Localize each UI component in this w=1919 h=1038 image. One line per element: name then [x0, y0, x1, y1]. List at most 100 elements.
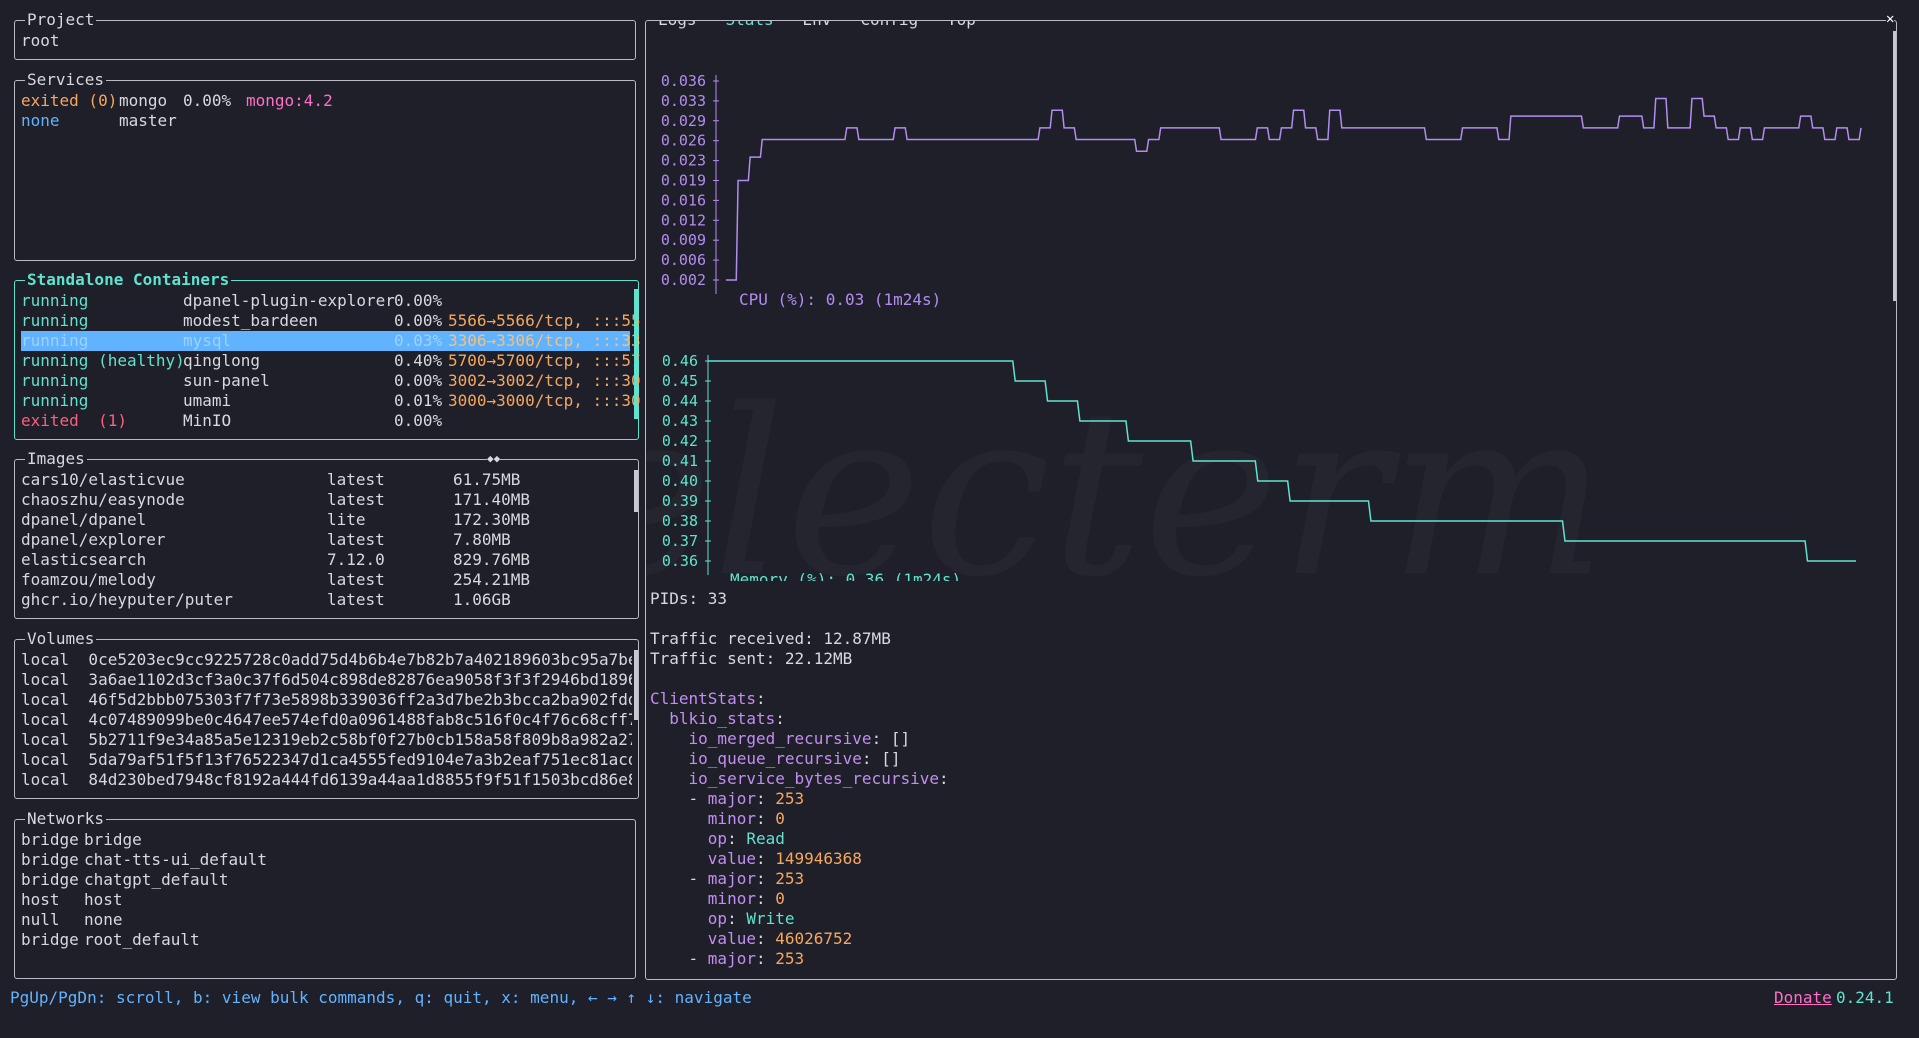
stats-key: minor: [707, 889, 756, 908]
detail-panel[interactable]: Logs - Stats - Env - Config - Top electe…: [645, 20, 1897, 980]
image-tag: latest: [327, 590, 385, 609]
y-tick-label: 0.43: [662, 412, 698, 430]
image-size: 172.30MB: [453, 510, 531, 529]
image-row[interactable]: cars10/elasticvue latest 61.75MB: [21, 470, 632, 490]
container-row[interactable]: running modest_bardeen 0.00% 5566→5566/tcp,…: [21, 311, 641, 331]
service-row[interactable]: none master: [21, 111, 629, 131]
stats-sep: :: [755, 949, 776, 968]
stats-sep: :: [755, 789, 776, 808]
volume-row[interactable]: local 3a6ae1102d3cf3a0c37f6d504c898de828…: [21, 670, 632, 690]
close-icon[interactable]: ✕: [1886, 9, 1895, 29]
stats-line: blkio_stats:: [650, 709, 1890, 729]
version-label: 0.24.1: [1836, 988, 1894, 1007]
container-cpu: 0.00%: [394, 291, 443, 310]
y-tick-label: 0.029: [661, 112, 706, 130]
network-row[interactable]: bridge root_default: [21, 930, 629, 950]
stats-value: 253: [775, 949, 805, 968]
stats-key: major: [707, 869, 756, 888]
container-cpu: 0.40%: [394, 351, 443, 370]
stats-sep: :: [755, 809, 776, 828]
image-name: dpanel/dpanel: [21, 510, 147, 529]
services-panel[interactable]: Services exited (0) mongo 0.00% mongo:4.2 no…: [14, 70, 636, 261]
container-cpu: 0.00%: [394, 371, 443, 390]
stats-key: ClientStats: [650, 689, 756, 708]
container-row[interactable]: running dpanel-plugin-explorer 0.00%: [21, 291, 630, 311]
y-tick-label: 0.009: [661, 231, 706, 249]
detail-scrollbar[interactable]: [1893, 31, 1896, 301]
volumes-scrollbar[interactable]: [634, 650, 638, 720]
stats-sep: :: [755, 869, 776, 888]
dash: -: [688, 789, 708, 808]
container-name: mysql: [183, 331, 232, 350]
container-row[interactable]: running umami 0.01% 3000→3000/tcp, :::30: [21, 391, 641, 411]
volume-row[interactable]: local 0ce5203ec9cc9225728c0add75d4b6b4e7…: [21, 650, 632, 670]
volumes-title: Volumes: [25, 629, 97, 649]
stats-line: io_merged_recursive: []: [650, 729, 1890, 749]
image-tag: latest: [327, 470, 385, 489]
stats-key: value: [707, 929, 756, 948]
container-cpu: 0.00%: [394, 311, 443, 330]
project-panel[interactable]: Project root: [14, 10, 636, 60]
volume-row[interactable]: local 4c07489099be0c4647ee574efd0a096148…: [21, 710, 632, 730]
image-size: 61.75MB: [453, 470, 521, 489]
images-panel[interactable]: Images ◆◆ cars10/elasticvue latest 61.75MB…: [14, 449, 639, 619]
container-cpu: 0.03%: [394, 331, 443, 350]
image-row[interactable]: dpanel/dpanel lite 172.30MB: [21, 510, 632, 530]
stats-key: op: [707, 909, 728, 928]
stats-line: io_queue_recursive: []: [650, 749, 1890, 769]
network-driver: bridge: [21, 850, 79, 869]
volumes-panel[interactable]: Volumes local 0ce5203ec9cc9225728c0add75…: [14, 629, 639, 799]
y-tick-label: 0.44: [662, 392, 698, 410]
image-row[interactable]: chaoszhu/easynode latest 171.40MB: [21, 490, 632, 510]
images-scrollbar[interactable]: [634, 470, 638, 512]
stats-sep: :: [775, 709, 785, 728]
containers-scrollbar[interactable]: [634, 289, 638, 419]
y-tick-label: 0.39: [662, 492, 698, 510]
stats-value: 0: [775, 889, 785, 908]
resize-handle[interactable]: ◆◆: [487, 449, 501, 469]
stats-value: Read: [746, 829, 785, 848]
volume-row[interactable]: local 84d230bed7948cf8192a444fd6139a44aa…: [21, 770, 632, 790]
container-row[interactable]: running mysql 0.03% 3306→3306/tcp, :::33: [21, 331, 641, 351]
traffic-sent: Traffic sent: 22.12MB: [650, 649, 853, 668]
y-tick-label: 0.002: [661, 271, 706, 289]
container-name: qinglong: [183, 351, 261, 370]
image-tag: latest: [327, 530, 385, 549]
image-row[interactable]: elasticsearch 7.12.0 829.76MB: [21, 550, 632, 570]
network-row[interactable]: null none: [21, 910, 629, 930]
dash: -: [688, 949, 708, 968]
images-title: Images: [25, 449, 87, 469]
container-name: sun-panel: [183, 371, 270, 390]
stats-key: io_service_bytes_recursive: [688, 769, 939, 788]
container-row[interactable]: exited (1) MinIO 0.00%: [21, 411, 630, 431]
network-row[interactable]: bridge bridge: [21, 830, 629, 850]
network-row[interactable]: host host: [21, 890, 629, 910]
project-title: Project: [25, 10, 97, 30]
stats-key: major: [707, 789, 756, 808]
stats-key: blkio_stats: [669, 709, 776, 728]
volume-row[interactable]: local 46f5d2bbb075303f7f73e5898b339036ff…: [21, 690, 632, 710]
containers-title: Standalone Containers: [25, 270, 232, 290]
network-row[interactable]: bridge chat-tts-ui_default: [21, 850, 629, 870]
image-tag: 7.12.0: [327, 550, 385, 569]
image-row[interactable]: foamzou/melody latest 254.21MB: [21, 570, 632, 590]
volume-row[interactable]: local 5b2711f9e34a85a5e12319eb2c58bf0f27…: [21, 730, 632, 750]
service-status: exited (0): [21, 91, 118, 110]
container-row[interactable]: running (healthy) qinglong 0.40% 5700→5700/…: [21, 351, 641, 371]
image-size: 254.21MB: [453, 570, 531, 589]
networks-panel[interactable]: Networks bridge bridge bridge chat-tts-ui_d…: [14, 809, 636, 979]
donate-link[interactable]: Donate: [1774, 988, 1832, 1008]
containers-panel[interactable]: Standalone Containers running dpanel-plug…: [14, 270, 641, 440]
service-row[interactable]: exited (0) mongo 0.00% mongo:4.2: [21, 91, 629, 111]
volume-row[interactable]: local 5da79af51f5f13f76522347d1ca4555fed…: [21, 750, 632, 770]
network-name: chat-tts-ui_default: [84, 850, 268, 869]
image-row[interactable]: dpanel/explorer latest 7.80MB: [21, 530, 632, 550]
image-row[interactable]: ghcr.io/heyputer/puter latest 1.06GB: [21, 590, 632, 610]
help-bar: PgUp/PgDn: scroll, b: view bulk commands…: [10, 988, 752, 1007]
container-row[interactable]: running sun-panel 0.00% 3002→3002/tcp, :::3…: [21, 371, 641, 391]
cpu-chart: 0.036 0.033 0.029 0.026 0.023 0.0190.016 0.012…: [661, 72, 1862, 309]
network-row[interactable]: bridge chatgpt_default: [21, 870, 629, 890]
